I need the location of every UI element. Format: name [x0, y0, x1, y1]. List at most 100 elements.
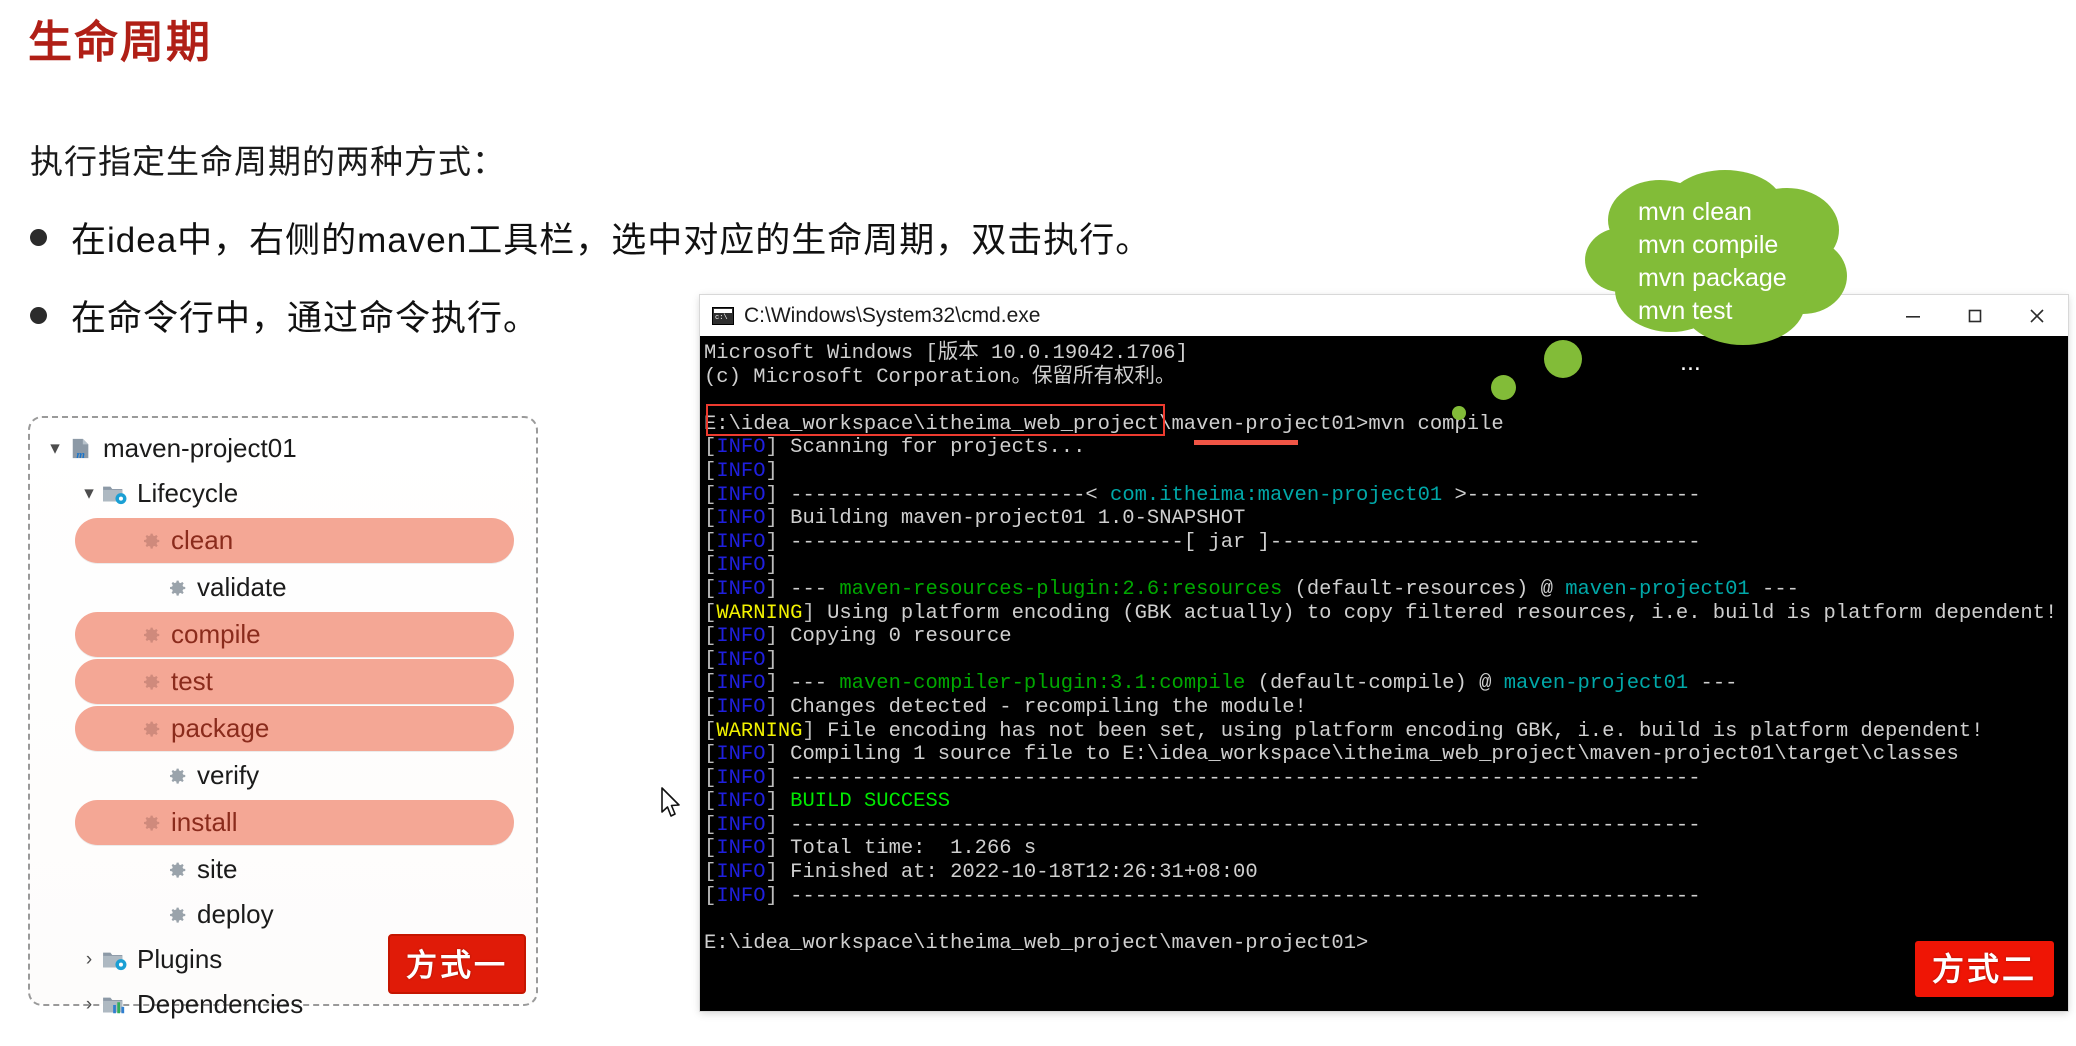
- bullet-label: 在idea中，右侧的maven工具栏，选中对应的生命周期，双击执行。: [71, 221, 1152, 260]
- command-underline: [1194, 440, 1298, 445]
- gear-icon: [170, 768, 186, 784]
- gear-icon: [140, 812, 162, 834]
- tree-item-label: clean: [171, 525, 234, 555]
- phase-row[interactable]: package: [30, 706, 536, 751]
- tree-item-label: maven-project01: [103, 433, 297, 463]
- tree-item-label: deploy: [197, 899, 274, 929]
- lifecycle-phase-install[interactable]: install: [30, 800, 536, 845]
- tree-item-label: Plugins: [137, 944, 223, 974]
- svg-text:m: m: [76, 449, 85, 460]
- terminal-log-line: [INFO]: [704, 459, 778, 483]
- gear-icon: [144, 627, 160, 643]
- lifecycle-phase-package[interactable]: package: [30, 706, 536, 751]
- folder-gear-icon: [103, 486, 127, 504]
- maven-tool-window[interactable]: ▾ m maven-project01 ▾ Lifecycle clean validate…: [28, 416, 538, 1019]
- tree-item-label: validate: [197, 572, 287, 602]
- gear-icon: [140, 718, 162, 740]
- terminal-header-lines: Microsoft Windows [版本 10.0.19042.1706] (c…: [704, 342, 2068, 413]
- thought-trail-dot-2: [1491, 375, 1516, 400]
- folder-chart-icon: [102, 994, 128, 1016]
- terminal-output-area[interactable]: Microsoft Windows [版本 10.0.19042.1706] (c…: [700, 336, 2068, 1011]
- chevron-right-icon[interactable]: ›: [76, 995, 102, 1014]
- close-button[interactable]: [2006, 295, 2068, 336]
- terminal-title-text: C:\Windows\System32\cmd.exe: [744, 303, 1041, 327]
- gear-icon: [140, 530, 162, 552]
- typed-command-text: mvn compile: [1368, 412, 1504, 436]
- window-controls[interactable]: [1882, 295, 2068, 336]
- tree-item-site[interactable]: site: [30, 847, 536, 892]
- tree-item-validate[interactable]: validate: [30, 565, 536, 610]
- gear-icon: [170, 907, 186, 923]
- final-prompt-text: E:\idea_workspace\itheima_web_project\ma…: [704, 931, 1369, 955]
- gear-icon: [166, 904, 188, 926]
- cmd-terminal-window[interactable]: C:\Windows\System32\cmd.exe Microsoft Wi…: [700, 295, 2068, 1011]
- cmd-app-icon: [712, 306, 734, 325]
- maven-module-icon: m: [72, 438, 89, 460]
- bullet-dot-icon: [30, 307, 47, 324]
- tree-item-deploy[interactable]: deploy: [30, 892, 536, 937]
- tree-item-label: install: [171, 807, 238, 837]
- maximize-button[interactable]: [1944, 295, 2006, 336]
- chevron-down-icon[interactable]: ▾: [76, 484, 102, 503]
- terminal-title-bar[interactable]: C:\Windows\System32\cmd.exe: [700, 295, 2068, 336]
- terminal-log-line: [WARNING] Using platform encoding (GBK a…: [704, 601, 2058, 625]
- phase-row[interactable]: install: [30, 800, 536, 845]
- terminal-log-line: [INFO] ------------------------< com.ith…: [704, 483, 1701, 507]
- tree-item-label: Dependencies: [137, 989, 304, 1019]
- terminal-log-line: [INFO]: [704, 554, 778, 578]
- page-title: 生命周期: [28, 18, 212, 67]
- terminal-header-line: (c) Microsoft Corporation。保留所有权利。: [704, 365, 1176, 389]
- folder-gear-icon: [103, 952, 127, 970]
- terminal-log-line: [INFO] Building maven-project01 1.0-SNAP…: [704, 507, 1246, 531]
- gear-icon: [140, 671, 162, 693]
- phase-row[interactable]: compile: [30, 612, 536, 657]
- terminal-final-prompt: E:\idea_workspace\itheima_web_project\ma…: [704, 908, 2068, 955]
- terminal-command-line: E:\idea_workspace\itheima_web_project\ma…: [704, 413, 2068, 437]
- terminal-log-line: [INFO] --- maven-compiler-plugin:3.1:com…: [704, 672, 1738, 696]
- phase-row[interactable]: test: [30, 659, 536, 704]
- lifecycle-phase-test[interactable]: test: [30, 659, 536, 704]
- thought-bubble-commands: mvn clean mvn compile mvn package mvn te…: [1638, 198, 1787, 325]
- tree-item-lifecycle[interactable]: ▾ Lifecycle: [30, 471, 536, 516]
- terminal-log-line: [INFO] ---------------------------------…: [704, 884, 1701, 908]
- terminal-log-line: [INFO] --- maven-resources-plugin:2.6:re…: [704, 577, 1799, 601]
- gear-icon: [166, 577, 188, 599]
- gear-icon: [170, 862, 186, 878]
- terminal-log-line: [INFO] Copying 0 resource: [704, 625, 1012, 649]
- gear-icon: [144, 533, 160, 549]
- minimize-button[interactable]: [1882, 295, 1944, 336]
- terminal-header-line: Microsoft Windows [版本 10.0.19042.1706]: [704, 342, 1188, 365]
- terminal-log-lines: [INFO] Scanning for projects... [INFO] [I…: [704, 436, 2068, 908]
- tree-item-maven-project01[interactable]: ▾ m maven-project01: [30, 426, 536, 471]
- chevron-down-icon[interactable]: ▾: [42, 439, 68, 458]
- chevron-right-icon[interactable]: ›: [76, 950, 102, 969]
- terminal-log-line: [INFO] Changes detected - recompiling th…: [704, 695, 1307, 719]
- gear-icon: [144, 815, 160, 831]
- phase-row[interactable]: clean: [30, 518, 536, 563]
- bullet-item-2: 在命令行中，通过命令执行。: [30, 290, 539, 341]
- tree-item-label: verify: [197, 760, 260, 790]
- prompt-path-text: E:\idea_workspace\itheima_web_project\ma…: [704, 412, 1369, 436]
- tree-item-verify[interactable]: verify: [30, 753, 536, 798]
- tree-item-label: test: [171, 666, 213, 696]
- thought-trail-dot-3: [1544, 340, 1582, 378]
- folder-gear-icon: [102, 949, 128, 971]
- terminal-log-line: [WARNING] File encoding has not been set…: [704, 719, 1984, 743]
- lifecycle-phase-clean[interactable]: clean: [30, 518, 536, 563]
- thought-trail-dot-1: [1452, 406, 1466, 420]
- intro-text: 执行指定生命周期的两种方式：: [30, 143, 506, 180]
- tree-item-label: package: [171, 713, 270, 743]
- folder-chart-icon: [103, 997, 125, 1013]
- bullet-item-1: 在idea中，右侧的maven工具栏，选中对应的生命周期，双击执行。: [30, 212, 1151, 263]
- tree-item-label: Lifecycle: [137, 478, 239, 508]
- lifecycle-phase-compile[interactable]: compile: [30, 612, 536, 657]
- folder-gear-icon: [102, 483, 128, 505]
- mouse-cursor-icon: [660, 787, 682, 824]
- terminal-log-line: [INFO] ---------------------------------…: [704, 766, 1701, 790]
- bullet-dot-icon: [30, 229, 47, 246]
- gear-icon: [170, 580, 186, 596]
- gear-icon: [166, 859, 188, 881]
- bullet-label: 在命令行中，通过命令执行。: [71, 299, 540, 338]
- maven-module-icon: m: [68, 438, 94, 460]
